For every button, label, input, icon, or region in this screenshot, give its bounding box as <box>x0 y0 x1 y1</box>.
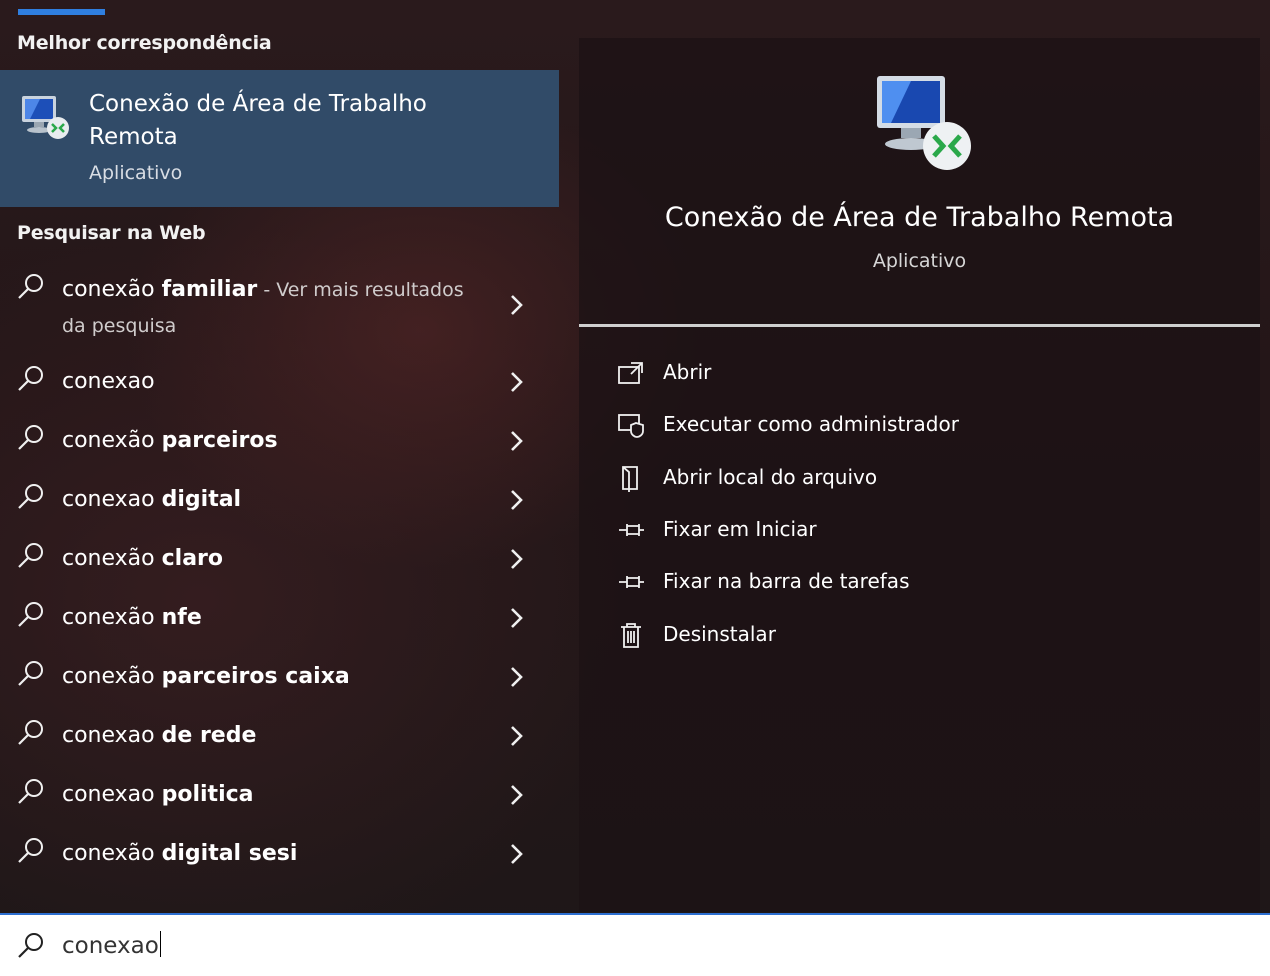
search-icon <box>16 836 46 866</box>
search-input[interactable]: conexao <box>62 931 161 959</box>
action-fixar-na-barra-de-tarefas[interactable]: Fixar na barra de tarefas <box>617 565 1217 601</box>
app-detail-panel: Conexão de Área de Trabalho Remota Aplic… <box>579 38 1260 912</box>
search-icon <box>16 600 46 630</box>
web-result-plain: conexão <box>62 546 162 571</box>
best-match-item[interactable]: Conexão de Área de Trabalho Remota Aplic… <box>0 70 559 207</box>
pin-icon <box>617 568 645 596</box>
web-result-text: conexão digital sesi <box>62 836 482 871</box>
best-match-header: Melhor correspondência <box>17 32 272 54</box>
chevron-right-icon[interactable] <box>506 429 526 453</box>
search-icon <box>16 423 46 453</box>
web-result-item[interactable]: conexao digital <box>0 472 559 522</box>
search-icon <box>16 777 46 807</box>
web-result-bold: politica <box>161 782 254 807</box>
web-result-text: conexao digital <box>62 482 482 517</box>
action-label: Abrir local do arquivo <box>663 465 878 489</box>
action-label: Fixar em Iniciar <box>663 517 817 541</box>
web-result-bold: nfe <box>161 605 202 630</box>
action-label: Desinstalar <box>663 622 776 646</box>
chevron-right-icon[interactable] <box>506 370 526 394</box>
web-result-bold: parceiros caixa <box>161 664 350 689</box>
tab-indicator <box>18 9 105 15</box>
detail-divider <box>579 324 1260 327</box>
search-icon <box>16 272 46 302</box>
detail-app-title: Conexão de Área de Trabalho Remota <box>664 202 1175 233</box>
web-result-item[interactable]: conexão nfe <box>0 590 559 640</box>
web-result-bold: familiar <box>161 277 258 302</box>
web-result-item[interactable]: conexão digital sesi <box>0 826 559 876</box>
web-search-header: Pesquisar na Web <box>17 222 206 244</box>
web-result-plain: conexao <box>62 369 155 394</box>
search-icon <box>18 933 43 958</box>
action-fixar-em-iniciar[interactable]: Fixar em Iniciar <box>617 513 1217 549</box>
action-label: Abrir <box>663 360 712 384</box>
detail-app-type: Aplicativo <box>872 250 967 272</box>
web-result-item[interactable]: conexão parceiros caixa <box>0 649 559 699</box>
remote-desktop-icon <box>22 96 69 139</box>
run-as-admin-icon <box>617 411 645 439</box>
web-result-text: conexão nfe <box>62 600 482 635</box>
file-location-icon <box>617 464 645 492</box>
web-result-item[interactable]: conexao <box>0 354 559 404</box>
chevron-right-icon[interactable] <box>506 547 526 571</box>
best-match-type: Aplicativo <box>89 162 183 184</box>
web-result-bold: claro <box>161 546 224 571</box>
chevron-right-icon[interactable] <box>506 293 526 317</box>
search-icon <box>16 482 46 512</box>
search-icon <box>16 718 46 748</box>
action-label: Fixar na barra de tarefas <box>663 569 910 593</box>
chevron-right-icon[interactable] <box>506 724 526 748</box>
chevron-right-icon[interactable] <box>506 842 526 866</box>
web-result-plain: conexão <box>62 664 162 689</box>
chevron-right-icon[interactable] <box>506 488 526 512</box>
web-result-text: conexao <box>62 364 482 399</box>
remote-desktop-icon <box>877 76 971 170</box>
web-result-item[interactable]: conexão parceiros <box>0 413 559 463</box>
web-result-bold: parceiros <box>161 428 278 453</box>
web-result-text: conexão parceiros <box>62 423 482 458</box>
search-icon <box>16 659 46 689</box>
search-icon <box>16 541 46 571</box>
web-result-plain: conexao <box>62 487 162 512</box>
action-abrir[interactable]: Abrir <box>617 356 1217 392</box>
web-result-bold: de rede <box>161 723 257 748</box>
web-result-item[interactable]: conexão claro <box>0 531 559 581</box>
web-result-text: conexão familiar - Ver mais resultados d… <box>62 272 482 344</box>
web-result-text: conexão claro <box>62 541 482 576</box>
web-result-plain: conexao <box>62 782 162 807</box>
web-result-plain: conexão <box>62 605 162 630</box>
trash-icon <box>617 621 645 649</box>
action-label: Executar como administrador <box>663 412 959 436</box>
chevron-right-icon[interactable] <box>506 665 526 689</box>
web-result-plain: conexão <box>62 428 162 453</box>
search-query-text: conexao <box>62 933 159 959</box>
search-icon <box>16 364 46 394</box>
web-result-item[interactable]: conexao politica <box>0 767 559 817</box>
web-result-bold: digital sesi <box>161 841 298 866</box>
chevron-right-icon[interactable] <box>506 606 526 630</box>
web-result-text: conexao de rede <box>62 718 482 753</box>
web-result-text: conexao politica <box>62 777 482 812</box>
web-result-item[interactable]: conexão familiar - Ver mais resultados d… <box>0 262 559 342</box>
web-result-text: conexão parceiros caixa <box>62 659 482 694</box>
open-icon <box>617 359 645 387</box>
pin-icon <box>617 516 645 544</box>
action-desinstalar[interactable]: Desinstalar <box>617 618 1217 654</box>
web-result-plain: conexão <box>62 841 162 866</box>
best-match-title: Conexão de Área de Trabalho Remota <box>89 91 427 150</box>
web-result-plain: conexão <box>62 277 162 302</box>
text-caret <box>159 931 161 957</box>
web-result-bold: digital <box>161 487 242 512</box>
web-result-item[interactable]: conexao de rede <box>0 708 559 758</box>
search-bar[interactable]: conexao <box>0 913 1270 976</box>
web-result-plain: conexao <box>62 723 162 748</box>
chevron-right-icon[interactable] <box>506 783 526 807</box>
action-abrir-local-do-arquivo[interactable]: Abrir local do arquivo <box>617 461 1217 497</box>
action-executar-como-administrador[interactable]: Executar como administrador <box>617 408 1217 444</box>
